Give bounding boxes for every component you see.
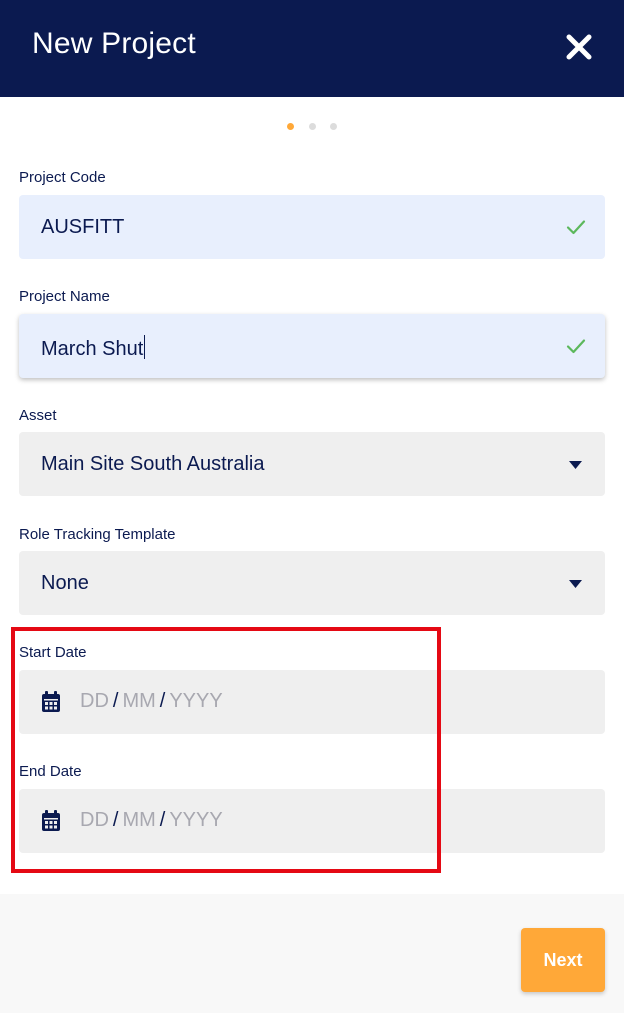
end-month-segment[interactable]: MM [122, 809, 155, 831]
asset-select[interactable]: Main Site South Australia [19, 432, 605, 496]
start-day-segment[interactable]: DD [80, 690, 109, 712]
check-icon [566, 339, 586, 354]
step-dot-2 [309, 123, 316, 130]
project-code-value: AUSFITT [41, 216, 125, 238]
project-name-label: Project Name [19, 288, 110, 305]
end-date-input[interactable]: DD / MM / YYYY [19, 789, 605, 853]
step-dot-1 [287, 123, 294, 130]
end-date-label: End Date [19, 763, 82, 780]
asset-value: Main Site South Australia [41, 453, 265, 475]
start-month-segment[interactable]: MM [122, 690, 155, 712]
date-separator: / [159, 690, 166, 712]
text-caret [144, 335, 146, 359]
asset-label: Asset [19, 407, 57, 424]
end-date-parts: DD / MM / YYYY [80, 809, 223, 832]
end-day-segment[interactable]: DD [80, 809, 109, 831]
caret-down-icon [569, 580, 582, 588]
role-template-label: Role Tracking Template [19, 526, 176, 543]
step-indicator [0, 123, 624, 131]
project-code-input[interactable]: AUSFITT [19, 195, 605, 259]
check-icon [566, 220, 586, 235]
project-name-value: March Shut [41, 338, 144, 360]
close-button[interactable] [562, 30, 596, 64]
next-button[interactable]: Next [521, 928, 605, 992]
dialog-title: New Project [32, 27, 196, 60]
date-separator: / [112, 690, 119, 712]
calendar-icon [42, 810, 60, 831]
dialog-header: New Project [0, 0, 624, 97]
project-name-value-wrap: March Shut [41, 335, 146, 361]
date-separator: / [112, 809, 119, 831]
end-year-segment[interactable]: YYYY [169, 809, 222, 831]
caret-down-icon [569, 461, 582, 469]
role-template-value: None [41, 572, 89, 594]
new-project-dialog: New Project Project Code AUSFITT Project… [0, 0, 624, 1013]
close-icon [566, 34, 592, 60]
step-dot-3 [330, 123, 337, 130]
start-date-parts: DD / MM / YYYY [80, 690, 223, 713]
project-name-input[interactable]: March Shut [19, 314, 605, 378]
start-date-label: Start Date [19, 644, 87, 661]
calendar-icon [42, 691, 60, 712]
role-template-select[interactable]: None [19, 551, 605, 615]
start-date-input[interactable]: DD / MM / YYYY [19, 670, 605, 734]
start-year-segment[interactable]: YYYY [169, 690, 222, 712]
date-separator: / [159, 809, 166, 831]
project-code-label: Project Code [19, 169, 106, 186]
